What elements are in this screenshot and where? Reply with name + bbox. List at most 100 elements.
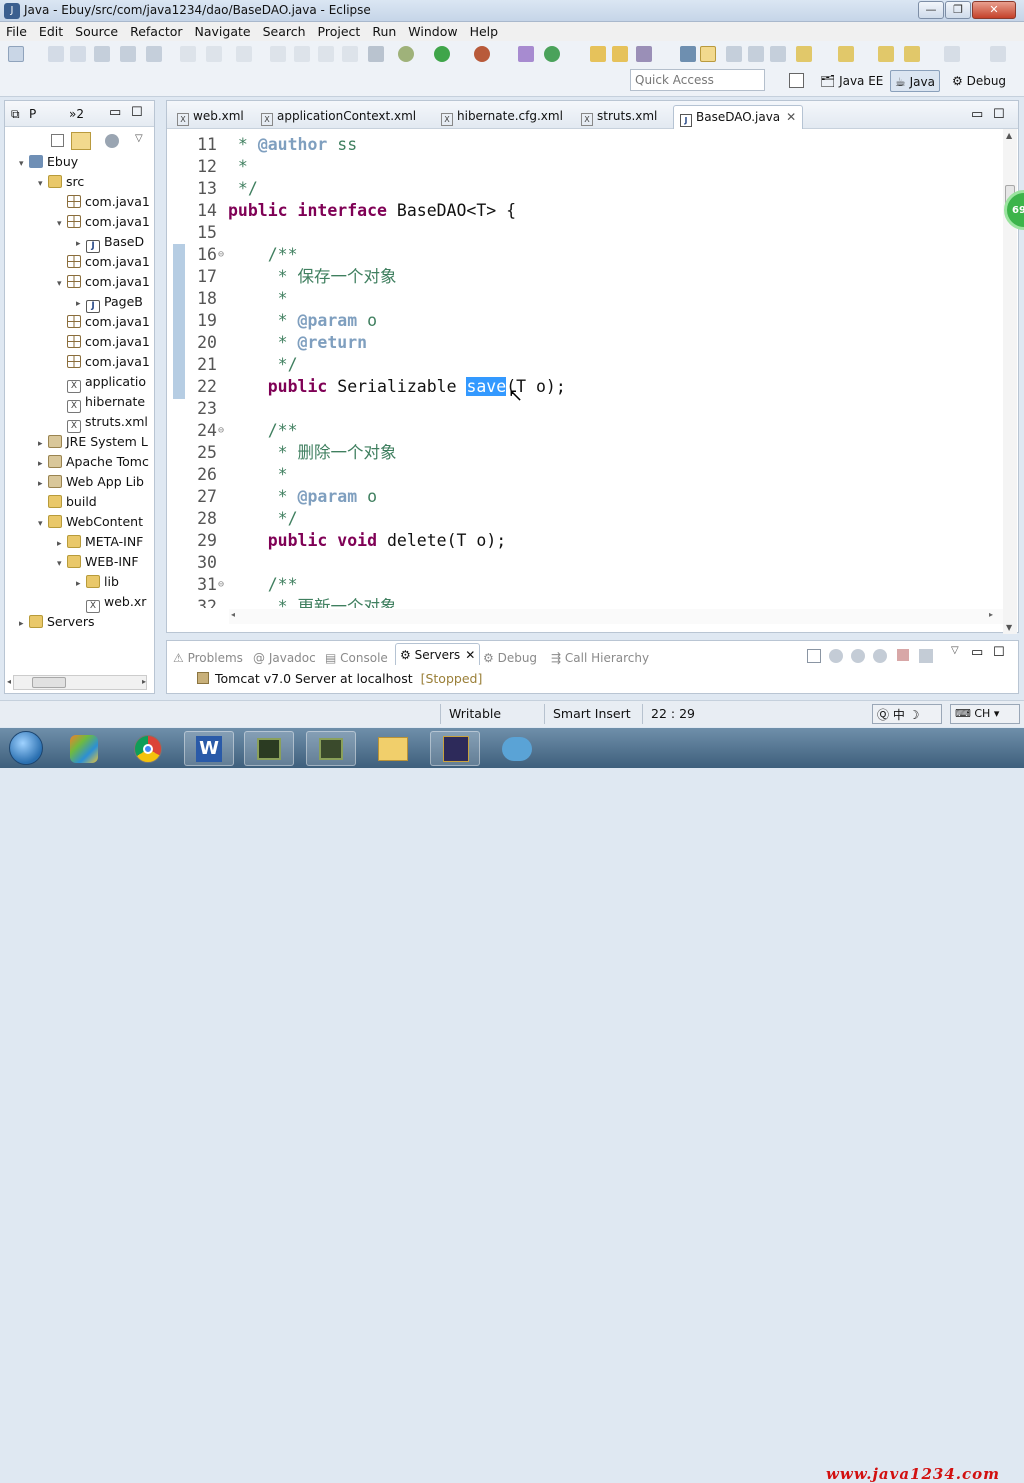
close-tab-icon[interactable]: ✕ (465, 648, 475, 662)
tree-item[interactable]: ▾ Ebuy (19, 152, 78, 172)
minimize-button[interactable]: — (918, 1, 944, 19)
collapsed-arrow-icon[interactable]: ▸ (76, 574, 86, 594)
open-task-icon[interactable] (146, 46, 162, 62)
print-icon[interactable] (94, 46, 110, 62)
tree-item[interactable]: ▸ J PageB (76, 292, 143, 314)
maximize-editor-icon[interactable]: ☐ (993, 107, 1005, 122)
new-class-icon[interactable] (636, 46, 652, 62)
minimize-editor-icon[interactable]: ▭ (971, 107, 983, 122)
collapsed-arrow-icon[interactable]: ▸ (38, 434, 48, 454)
tab-call-hierarchy[interactable]: ⇶ Call Hierarchy (551, 647, 649, 669)
tree-item[interactable]: Xhibernate (57, 392, 145, 413)
toggle-block-icon[interactable] (726, 46, 742, 62)
tab-package-explorer[interactable]: P (29, 107, 36, 121)
server-row[interactable]: Tomcat v7.0 Server at localhost [Stopped… (197, 671, 482, 686)
save-icon[interactable] (48, 46, 64, 62)
tree-item[interactable]: com.java1 (57, 332, 150, 352)
taskbar-app-eclipse-icon[interactable] (430, 731, 480, 766)
tree-item[interactable]: ▸ lib (76, 572, 119, 592)
collapsed-arrow-icon[interactable]: ▸ (76, 294, 86, 314)
menu-navigate[interactable]: Navigate (189, 22, 257, 41)
collapsed-arrow-icon[interactable]: ▸ (76, 234, 86, 254)
tab-debug[interactable]: ⚙ Debug (483, 647, 537, 669)
maximize-view-icon[interactable]: ☐ (993, 645, 1005, 660)
tab-console[interactable]: ▤ Console (325, 647, 388, 669)
link-with-editor-icon[interactable] (71, 132, 91, 150)
tree-item[interactable]: ▸ META-INF (57, 532, 143, 552)
external-tools-icon[interactable] (474, 46, 490, 62)
pin-editor-icon[interactable] (990, 46, 1006, 62)
collapse-all-icon[interactable] (51, 134, 64, 147)
tree-item[interactable]: Xweb.xr (76, 592, 146, 613)
code-area[interactable]: 11 * @author ss 12 * 13 */ 14 public interfa… (167, 134, 1001, 608)
collapsed-arrow-icon[interactable]: ▸ (19, 614, 29, 634)
disconnect-icon[interactable] (342, 46, 358, 62)
previous-annotation-icon[interactable] (838, 46, 854, 62)
fold-toggle-icon[interactable]: ⊖ (218, 244, 224, 266)
expanded-arrow-icon[interactable]: ▾ (57, 554, 67, 574)
toggle-breadcrumb-icon[interactable] (748, 46, 764, 62)
minimize-view-icon[interactable]: ▭ (971, 645, 983, 660)
taskbar-app-word-icon[interactable]: W (184, 731, 234, 766)
perspective-java-ee[interactable]: 🗂 Java EE (816, 70, 887, 92)
tree-item[interactable]: com.java1 (57, 352, 150, 372)
scroll-right-icon[interactable]: ▸ (142, 677, 146, 686)
open-type-icon[interactable] (120, 46, 136, 62)
skip-breakpoints-icon[interactable] (368, 46, 384, 62)
tree-item[interactable]: com.java1 (57, 192, 150, 212)
tree-item[interactable]: ▾ WEB-INF (57, 552, 139, 572)
expanded-arrow-icon[interactable]: ▾ (57, 274, 67, 294)
tree-item[interactable]: ▾ com.java1 (57, 212, 150, 232)
show-whitespace-icon[interactable] (770, 46, 786, 62)
scroll-up-icon[interactable]: ▲ (1006, 131, 1012, 140)
fold-toggle-icon[interactable]: ⊖ (218, 420, 224, 442)
back-icon[interactable] (904, 46, 920, 62)
collapsed-arrow-icon[interactable]: ▸ (38, 454, 48, 474)
last-edit-icon[interactable] (878, 46, 894, 62)
expanded-arrow-icon[interactable]: ▾ (38, 174, 48, 194)
tab-problems[interactable]: ⚠ Problems (173, 647, 243, 669)
perspective-java[interactable]: ☕ Java (890, 70, 940, 92)
tree-item[interactable]: ▸ J BaseD (76, 232, 144, 254)
menu-edit[interactable]: Edit (33, 22, 69, 41)
start-server-icon[interactable] (851, 649, 865, 663)
tab-struts-xml[interactable]: Xstruts.xml (575, 105, 663, 129)
close-tab-icon[interactable]: ✕ (786, 110, 796, 124)
maximize-view-icon[interactable]: ☐ (131, 105, 143, 120)
undo-icon[interactable] (180, 46, 196, 62)
debug-server-icon[interactable] (829, 649, 843, 663)
ime-toolbar[interactable]: Ⓠ 中 ☽ (872, 704, 942, 724)
expanded-arrow-icon[interactable]: ▾ (57, 214, 67, 234)
tree-item[interactable]: ▸ JRE System L (38, 432, 148, 452)
start-button[interactable] (3, 728, 49, 768)
publish-icon[interactable] (919, 649, 933, 663)
next-annotation-icon[interactable] (796, 46, 812, 62)
tree-item[interactable]: ▾ src (38, 172, 84, 192)
language-bar[interactable]: ⌨ CH ▾ (950, 704, 1020, 724)
tab-basedao-java[interactable]: J BaseDAO.java ✕ (673, 105, 804, 129)
redo-icon[interactable] (206, 46, 222, 62)
tab-servers[interactable]: ⚙ Servers ✕ (395, 643, 481, 665)
new-java-project-icon[interactable] (544, 46, 560, 62)
open-folder-icon[interactable] (590, 46, 606, 62)
terminate-icon[interactable] (318, 46, 334, 62)
scroll-thumb[interactable] (32, 677, 66, 688)
tree-item[interactable]: ▸ Apache Tomc (38, 452, 149, 472)
menu-source[interactable]: Source (69, 22, 124, 41)
fold-toggle-icon[interactable]: ⊖ (218, 574, 224, 596)
maximize-button[interactable]: ❐ (945, 1, 971, 19)
tree-item[interactable]: Xstruts.xml (57, 412, 148, 433)
tree-item[interactable]: ▸ Servers (19, 612, 95, 632)
tab-hibernate-cfg-xml[interactable]: Xhibernate.cfg.xml (435, 105, 569, 129)
view-menu-icon[interactable] (105, 134, 119, 148)
collapsed-arrow-icon[interactable]: ▸ (38, 474, 48, 494)
scroll-left-icon[interactable]: ◂ (7, 677, 11, 686)
forward-icon[interactable] (944, 46, 960, 62)
open-perspective-icon[interactable] (789, 73, 804, 88)
horizontal-scrollbar[interactable]: ◂ ▸ (7, 675, 147, 690)
quick-access-input[interactable]: Quick Access (630, 69, 765, 91)
taskbar-app-folder-icon[interactable] (368, 731, 418, 766)
taskbar-app-recorder-icon[interactable] (306, 731, 356, 766)
new-package-icon[interactable] (612, 46, 628, 62)
taskbar-app-chrome-icon[interactable] (124, 731, 174, 766)
